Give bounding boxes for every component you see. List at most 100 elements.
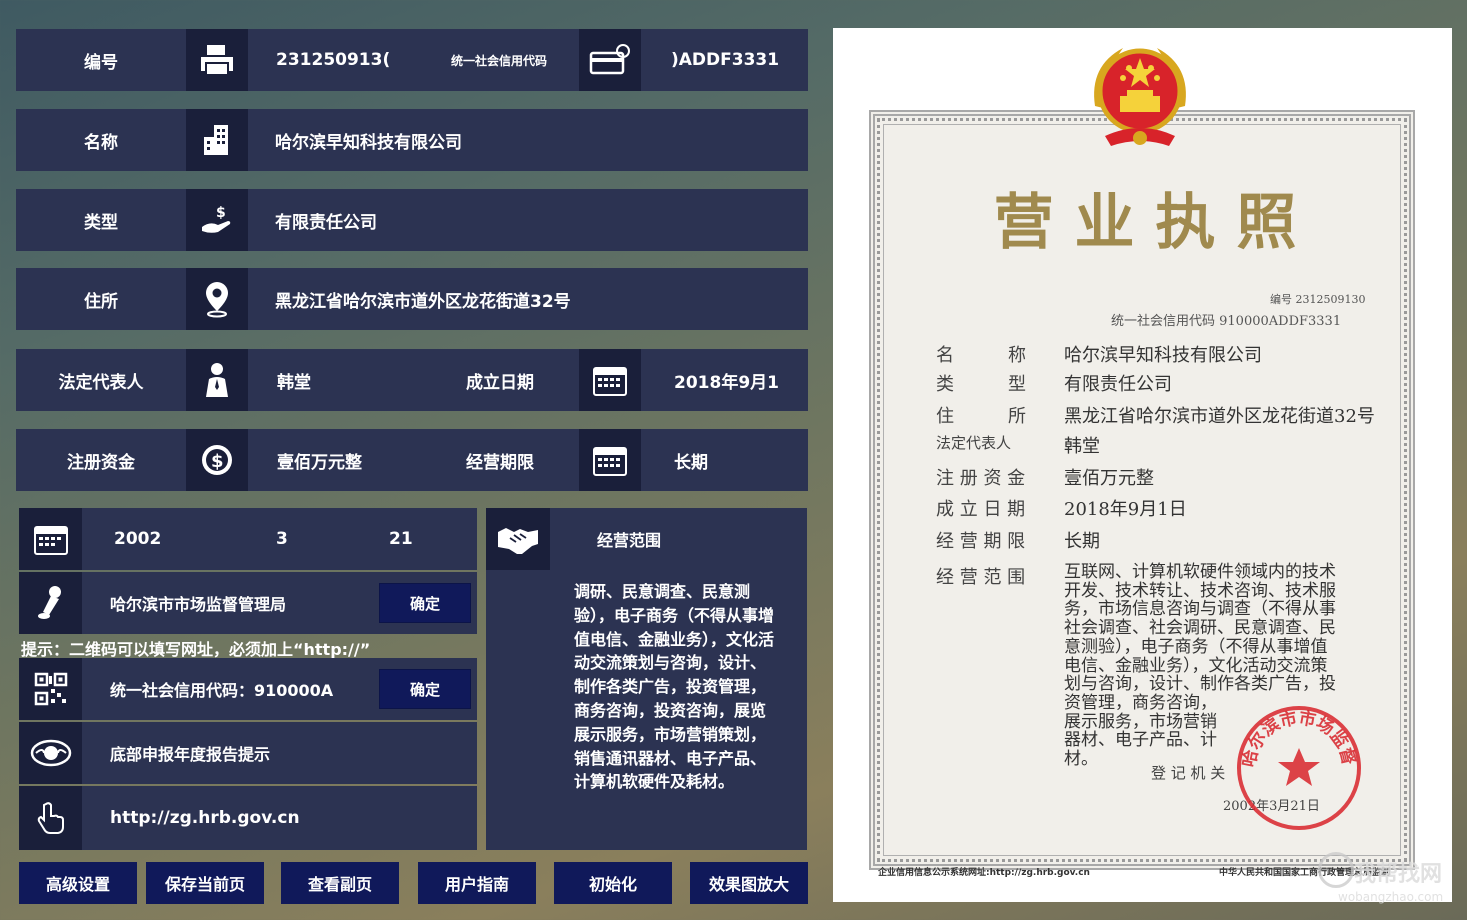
- handshake-icon: [486, 508, 550, 570]
- confirm-authority-button[interactable]: 确定: [379, 583, 471, 623]
- building-icon: [186, 109, 248, 171]
- location-pin-icon: [186, 268, 248, 330]
- name-label: 名称: [16, 109, 186, 171]
- day-input[interactable]: 21: [362, 508, 462, 570]
- license-capital-key: 注 册 资 金: [936, 468, 1026, 489]
- qr-row: 统一社会信用代码：910000A 确定: [19, 658, 477, 720]
- zoom-preview-button[interactable]: 效果图放大: [690, 862, 808, 904]
- license-title: 营 业 执 照: [993, 188, 1297, 258]
- business-scope-title: 经营范围: [597, 531, 662, 550]
- license-est-key: 成 立 日 期: [936, 499, 1026, 520]
- id-row: 编号 231250913( 统一社会信用代码 )ADDF3331: [16, 29, 808, 91]
- company-type-value[interactable]: 有限责任公司: [248, 189, 808, 251]
- license-type-value: 有限责任公司: [1064, 374, 1172, 395]
- dollar-coin-icon: $: [186, 429, 248, 491]
- representative-label: 法定代表人: [16, 349, 186, 411]
- license-rep-value: 韩堂: [1064, 436, 1100, 457]
- license-est-value: 2018年9月1日: [1064, 499, 1187, 520]
- representative-row: 法定代表人 韩堂 成立日期 2018年9月1: [16, 349, 808, 411]
- stamp-icon: [19, 572, 82, 634]
- save-page-button[interactable]: 保存当前页: [146, 862, 264, 904]
- calendar-icon: [579, 429, 641, 491]
- license-scope-line: 划与咨询，设计、制作各类广告，投: [1064, 674, 1336, 695]
- capital-row: 注册资金 $ 壹佰万元整 经营期限 长期: [16, 429, 808, 491]
- license-address-value: 黑龙江省哈尔滨市道外区龙花街道32号: [1064, 406, 1375, 427]
- representative-value[interactable]: 韩堂: [248, 349, 408, 411]
- calendar-icon: [19, 508, 82, 570]
- name-row: 名称 哈尔滨早知科技有限公司: [16, 109, 808, 171]
- issue-date-row: 2002 3 21: [19, 508, 477, 570]
- money-hand-icon: $: [186, 189, 248, 251]
- watermark-url: wobangzhao.com: [1338, 890, 1444, 904]
- license-name-value: 哈尔滨早知科技有限公司: [1064, 345, 1262, 366]
- license-preview: 营 业 执 照 编号 2312509130 统一社会信用代码 910000ADD…: [833, 28, 1452, 902]
- qr-content-input[interactable]: 统一社会信用代码：910000A: [82, 658, 372, 720]
- annual-report-input[interactable]: 底部申报年度报告提示: [82, 722, 472, 784]
- url-input[interactable]: http://zg.hrb.gov.cn: [82, 786, 472, 850]
- user-guide-button[interactable]: 用户指南: [418, 862, 536, 904]
- printer-icon: [186, 29, 248, 91]
- license-footer-left: 企业信用信息公示系统网址:http://zg.hrb.gov.cn: [878, 868, 1090, 878]
- license-scope-line: 互联网、计算机软硬件领域内的技术: [1064, 562, 1336, 582]
- annual-report-row: 底部申报年度报告提示: [19, 722, 477, 784]
- address-label: 住所: [16, 268, 186, 330]
- qr-hint-text: 提示：二维码可以填写网址，必须加上“http://”: [21, 640, 371, 659]
- company-name-value[interactable]: 哈尔滨早知科技有限公司: [248, 109, 808, 171]
- month-input[interactable]: 3: [249, 508, 329, 570]
- business-scope-panel: 经营范围 调研、民意调查、民意测验），电子商务（不得从事增值电信、金融业务），文…: [486, 508, 807, 850]
- capital-label: 注册资金: [16, 429, 186, 491]
- svg-text:$: $: [216, 205, 226, 221]
- license-type-key: 类 型: [936, 374, 1026, 395]
- type-row: 类型 $ 有限责任公司: [16, 189, 808, 251]
- credit-code-label: 统一社会信用代码: [451, 53, 548, 68]
- advanced-settings-button[interactable]: 高级设置: [19, 862, 137, 904]
- year-input[interactable]: 2002: [82, 508, 222, 570]
- business-scope-text[interactable]: 调研、民意调查、民意测验），电子商务（不得从事增值电信、金融业务），文化活动交流…: [574, 580, 780, 840]
- credit-code-value[interactable]: )ADDF3331: [641, 29, 808, 91]
- watermark-search-icon: [1318, 852, 1354, 888]
- license-capital-value: 壹佰万元整: [1064, 468, 1154, 489]
- term-value[interactable]: 长期: [641, 429, 808, 491]
- authority-row: 哈尔滨市市场监督管理局 确定: [19, 572, 477, 634]
- svg-text:$: $: [211, 451, 224, 472]
- license-registrar: 登 记 机 关: [1151, 764, 1226, 782]
- license-scope-line: 务，市场信息咨询与调查（不得从事: [1064, 599, 1336, 620]
- watermark-text: 我帮找网: [1354, 862, 1443, 887]
- initialize-button[interactable]: 初始化: [554, 862, 672, 904]
- license-term-value: 长期: [1064, 531, 1100, 552]
- license-term-key: 经 营 期 限: [936, 531, 1026, 552]
- qr-code-icon: [19, 658, 82, 720]
- official-seal: 哈尔滨市市场监督管理局: [1223, 684, 1367, 836]
- license-scope-line: 社会调查、社会调研、民意调查、民: [1064, 618, 1336, 639]
- license-name-key: 名 称: [936, 345, 1026, 366]
- capital-value[interactable]: 壹佰万元整: [248, 429, 408, 491]
- id-label: 编号: [16, 29, 186, 91]
- person-icon: [186, 349, 248, 411]
- confirm-qr-button[interactable]: 确定: [379, 669, 471, 709]
- address-row: 住所 黑龙江省哈尔滨市道外区龙花街道32号: [16, 268, 808, 330]
- national-emblem-icon: [1085, 36, 1195, 156]
- address-value[interactable]: 黑龙江省哈尔滨市道外区龙花街道32号: [248, 268, 808, 330]
- calendar-icon: [579, 349, 641, 411]
- pointer-hand-icon: [19, 786, 82, 850]
- license-scope-line: 开发、技术转让、技术咨询、技术服: [1064, 580, 1336, 601]
- license-address-key: 住 所: [936, 406, 1026, 427]
- establish-date-label: 成立日期: [466, 372, 534, 393]
- id-value[interactable]: 231250913(: [248, 29, 408, 91]
- license-rep-key: 法定代表人: [936, 434, 1012, 452]
- credit-card-icon: [579, 29, 641, 91]
- license-number: 编号 2312509130: [1270, 293, 1366, 306]
- license-credit-code: 统一社会信用代码 910000ADDF3331: [1111, 314, 1342, 329]
- license-scope-line: 意测验），电子商务（不得从事增值: [1064, 636, 1328, 657]
- view-copy-button[interactable]: 查看副页: [281, 862, 399, 904]
- license-scope-key: 经 营 范 围: [936, 567, 1026, 588]
- type-label: 类型: [16, 189, 186, 251]
- license-scope-line: 电信、金融业务），文化活动交流策: [1064, 655, 1328, 676]
- watermark: 我帮找网 wobangzhao.com: [1318, 852, 1467, 912]
- settings-panel: 2002 3 21 哈尔滨市市场监督管理局 确定 提示：二维码可以填写网址，必须…: [19, 508, 477, 852]
- authority-input[interactable]: 哈尔滨市市场监督管理局: [82, 572, 372, 634]
- establish-date-value[interactable]: 2018年9月1: [641, 349, 808, 411]
- emblem-icon: [19, 722, 82, 784]
- url-row: http://zg.hrb.gov.cn: [19, 786, 477, 850]
- term-label: 经营期限: [466, 452, 534, 473]
